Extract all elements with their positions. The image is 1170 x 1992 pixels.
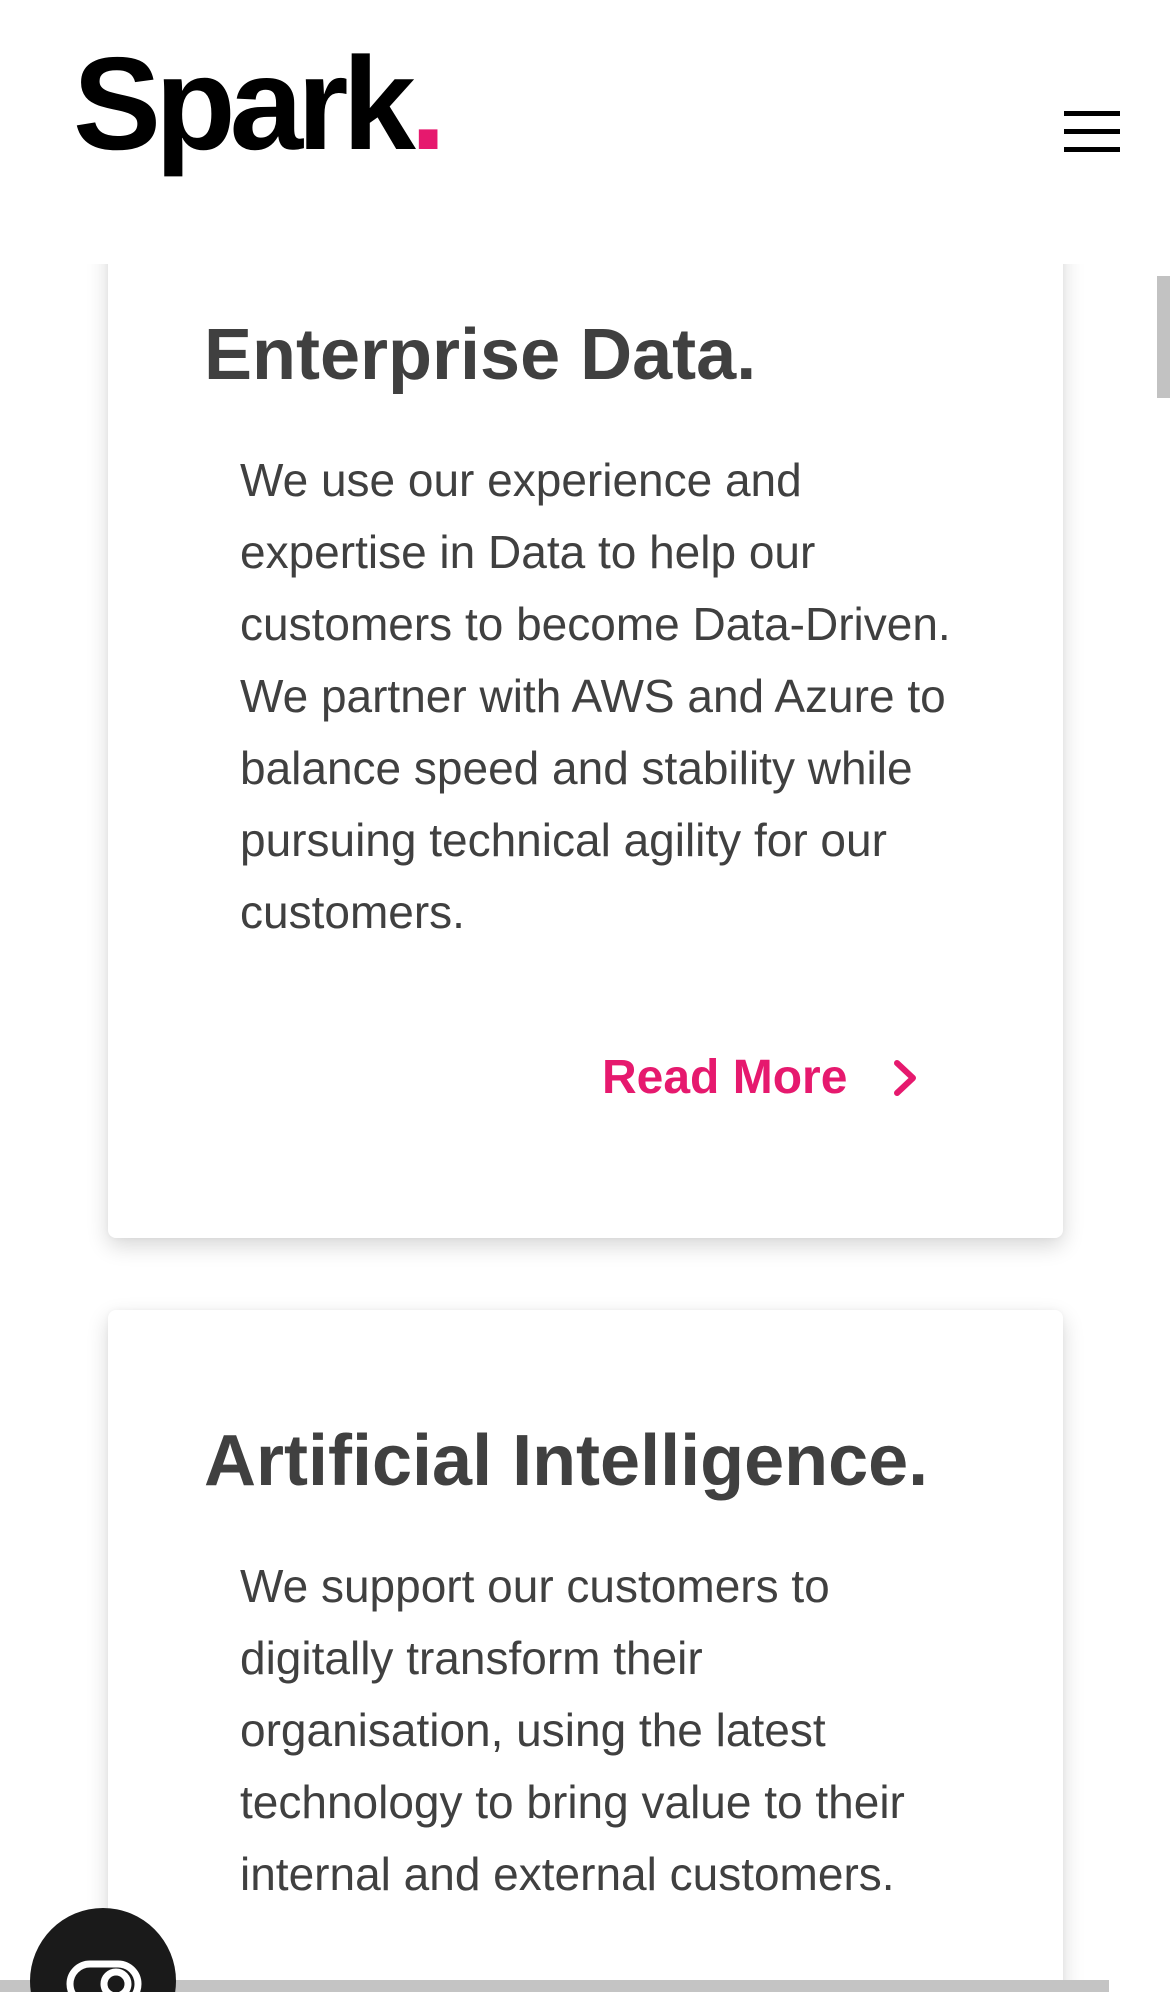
- site-header: Spark.: [0, 0, 1170, 264]
- service-card-artificial-intelligence: Artificial Intelligence. We support our …: [108, 1310, 1063, 1992]
- menu-line: [1064, 111, 1120, 116]
- chat-icon: [66, 1960, 142, 1992]
- logo-dot: .: [409, 30, 447, 177]
- logo-text: Spark: [73, 30, 416, 177]
- page: Spark. Enterprise Data. We use our exper…: [0, 0, 1170, 1992]
- card-description: We support our customers to digitally tr…: [240, 1560, 905, 1900]
- read-more-link[interactable]: Read More: [602, 1050, 921, 1105]
- menu-line: [1064, 129, 1120, 134]
- vertical-scrollbar-thumb[interactable]: [1157, 276, 1170, 398]
- card-title: Enterprise Data.: [204, 315, 757, 395]
- spark-logo[interactable]: Spark.: [73, 38, 447, 170]
- read-more-label: Read More: [602, 1051, 848, 1104]
- hamburger-menu-icon[interactable]: [1064, 111, 1120, 153]
- card-description: We use our experience and expertise in D…: [240, 454, 951, 938]
- card-title: Artificial Intelligence.: [204, 1421, 929, 1501]
- chevron-right-icon: [894, 1059, 917, 1096]
- service-card-enterprise-data: Enterprise Data. We use our experience a…: [108, 200, 1063, 1238]
- menu-line: [1064, 147, 1120, 152]
